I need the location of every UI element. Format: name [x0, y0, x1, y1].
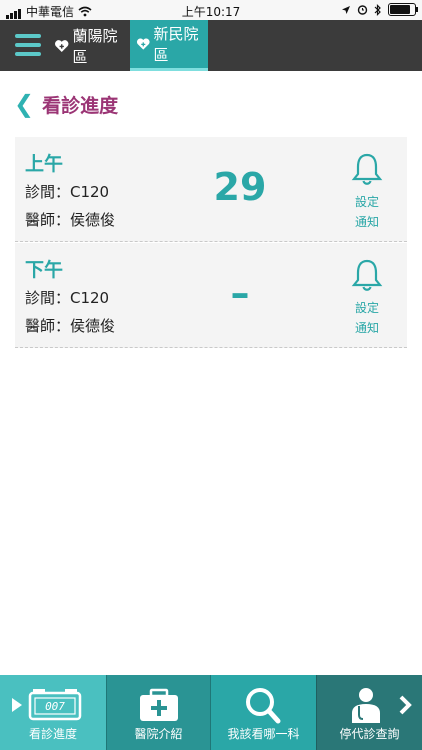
doctor-label: 醫師：侯德俊 [25, 211, 116, 229]
current-number: 29 [213, 165, 267, 209]
top-bar: 蘭陽院區 新民院區 [0, 20, 422, 71]
medical-kit-icon [140, 688, 178, 721]
bell-icon [351, 153, 383, 185]
progress-card: 上午 診間：C120 醫師：侯德俊 29 設定 通知 [15, 137, 407, 242]
tab-label: 新民院區 [153, 25, 199, 64]
back-chevron-icon[interactable]: ❮ [14, 90, 34, 118]
tab-lanyang[interactable]: 蘭陽院區 [48, 20, 130, 71]
notify-label-1: 設定 [354, 301, 379, 315]
search-icon [246, 688, 281, 724]
nav-progress[interactable]: 007 看診進度 [0, 675, 106, 750]
tab-label: 蘭陽院區 [72, 26, 118, 66]
session-label: 上午 [25, 153, 64, 175]
nav-label: 看診進度 [28, 727, 77, 741]
nav-which-department[interactable]: 我該看哪一科 [210, 675, 316, 750]
current-number: – [230, 271, 250, 315]
page-header: ❮ 看診進度 [14, 90, 118, 118]
tab-xinmin[interactable]: 新民院區 [130, 20, 208, 71]
location-icon [342, 5, 350, 14]
nav-substitute-query[interactable]: 停代診查詢 [316, 675, 422, 750]
menu-icon[interactable] [15, 34, 41, 56]
heart-plus-icon [55, 39, 69, 52]
notify-label-2: 通知 [354, 321, 379, 335]
notify-label-2: 通知 [354, 215, 379, 229]
progress-card: 下午 診間：C120 醫師：侯德俊 – 設定 通知 [15, 243, 407, 348]
status-right [341, 3, 418, 16]
nav-label: 停代診查詢 [339, 727, 400, 741]
clock-icon: 007 [12, 689, 82, 721]
nav-label: 醫院介紹 [134, 727, 183, 741]
status-bar: 中華電信 上午10:17 [0, 0, 422, 20]
notify-label-1: 設定 [354, 195, 379, 209]
alarm-icon [357, 5, 368, 15]
nav-label: 我該看哪一科 [227, 727, 300, 741]
session-label: 下午 [25, 259, 64, 281]
battery-icon [388, 3, 418, 16]
nav-hospital-intro[interactable]: 醫院介紹 [106, 675, 210, 750]
bottom-nav: 007 看診進度 醫院介紹 我該看哪一科 停代診查詢 [0, 675, 422, 750]
doctor-icon [352, 688, 412, 723]
room-label: 診間：C120 [25, 183, 110, 201]
room-label: 診間：C120 [25, 289, 110, 307]
notify-button[interactable]: 設定 通知 [347, 257, 387, 338]
heart-plus-icon [136, 38, 150, 50]
notify-button[interactable]: 設定 通知 [347, 151, 387, 232]
clock-text: 007 [45, 700, 65, 713]
doctor-label: 醫師：侯德俊 [25, 317, 116, 335]
bluetooth-icon [374, 3, 381, 16]
bell-icon [351, 259, 383, 291]
page-title: 看診進度 [42, 94, 119, 117]
